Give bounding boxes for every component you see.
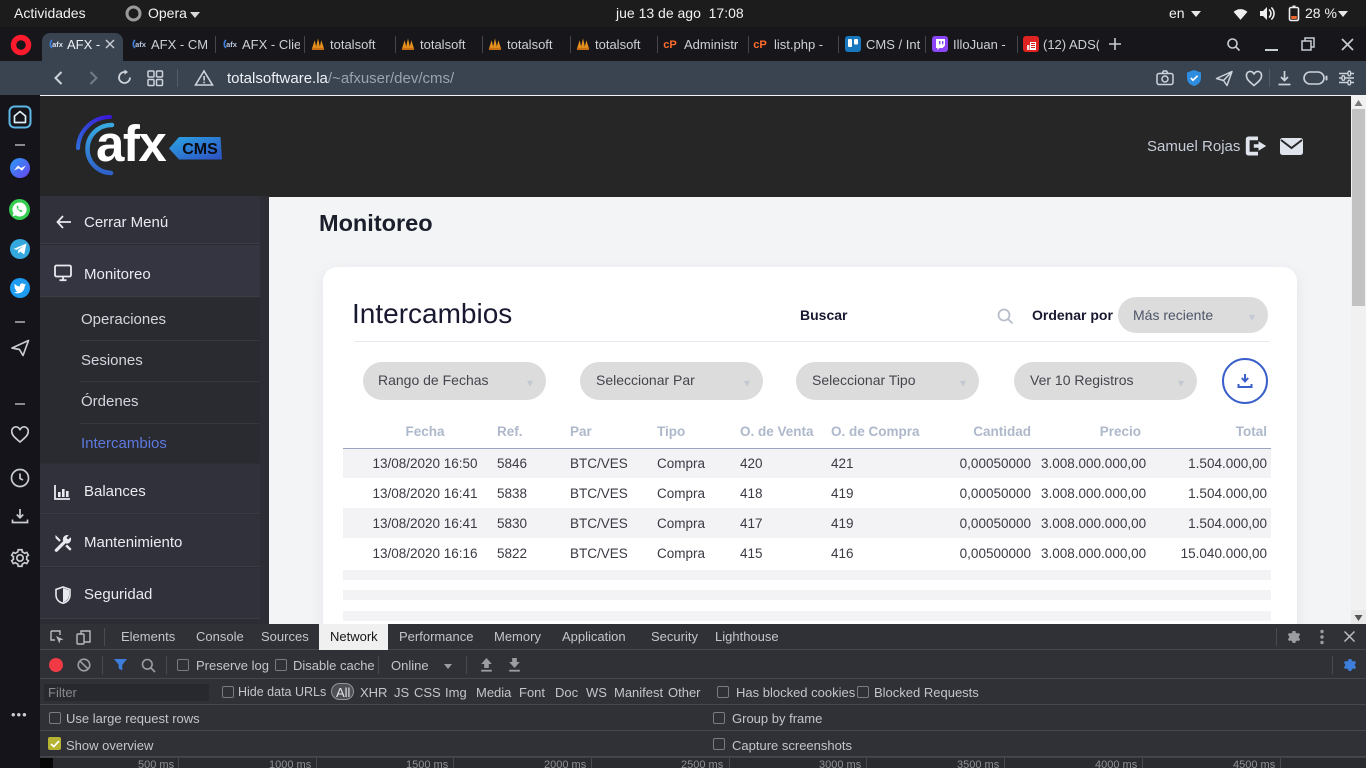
svg-text:cP: cP — [753, 39, 767, 51]
svg-text:afx: afx — [52, 40, 64, 49]
svg-text:CMS: CMS — [182, 141, 218, 158]
svg-text:afx: afx — [96, 115, 166, 172]
svg-text:afx: afx — [226, 40, 238, 49]
svg-text:afx: afx — [135, 40, 147, 49]
svg-text:cP: cP — [663, 39, 677, 51]
